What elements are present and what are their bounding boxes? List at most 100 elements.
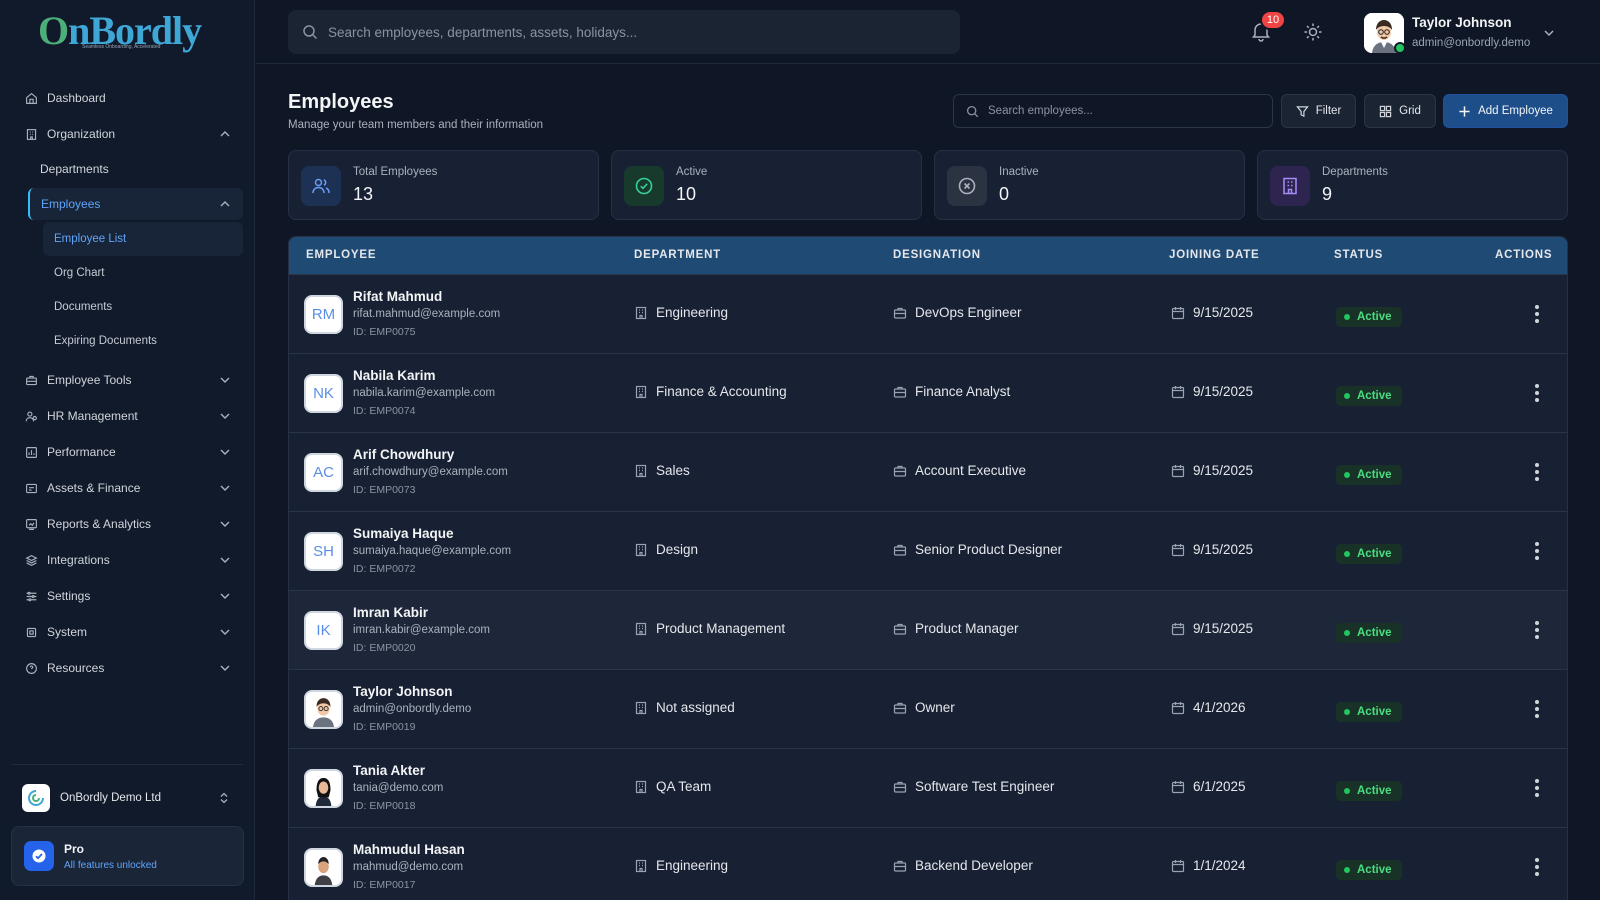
status-badge: Active: [1336, 465, 1402, 485]
sidebar-item-performance[interactable]: Performance: [12, 434, 243, 470]
employee-name[interactable]: Taylor Johnson: [353, 684, 453, 699]
calendar-icon: [1171, 385, 1185, 399]
table-row[interactable]: RM Rifat Mahmud rifat.mahmud@example.com…: [289, 274, 1567, 353]
building-icon: [634, 543, 648, 557]
status-text: Active: [1357, 627, 1392, 639]
employee-name[interactable]: Arif Chowdhury: [353, 447, 454, 462]
employee-designation: Owner: [893, 700, 955, 715]
sidebar-item-employees[interactable]: Employees: [28, 188, 243, 220]
table-row[interactable]: AC Arif Chowdhury arif.chowdhury@example…: [289, 432, 1567, 511]
column-header-joining-date[interactable]: JOINING DATE: [1169, 249, 1260, 261]
status-badge: Active: [1336, 702, 1402, 722]
employee-designation: Product Manager: [893, 621, 1019, 636]
status-text: Active: [1357, 785, 1392, 797]
sidebar-item-departments[interactable]: Departments: [12, 152, 243, 186]
status-badge: Active: [1336, 386, 1402, 406]
briefcase-icon: [893, 622, 907, 636]
designation-text: Owner: [915, 700, 955, 715]
employee-email: admin@onbordly.demo: [353, 703, 472, 715]
sidebar: OnBordly Seamless Onboarding, Accelerate…: [0, 0, 255, 900]
stat-card-inactive: Inactive 0: [934, 150, 1245, 220]
sidebar-item-resources[interactable]: Resources: [12, 650, 243, 686]
employee-name[interactable]: Mahmudul Hasan: [353, 842, 465, 857]
stat-value: 0: [999, 184, 1010, 204]
status-text: Active: [1357, 311, 1392, 323]
employee-name[interactable]: Rifat Mahmud: [353, 289, 442, 304]
chevron-down-icon: [220, 485, 230, 491]
brand-logo[interactable]: OnBordly Seamless Onboarding, Accelerate…: [38, 8, 208, 54]
employee-name[interactable]: Imran Kabir: [353, 605, 428, 620]
table-row[interactable]: Mahmudul Hasan mahmud@demo.com ID: EMP00…: [289, 827, 1567, 900]
employee-name[interactable]: Sumaiya Haque: [353, 526, 454, 541]
more-actions-icon[interactable]: [1529, 619, 1545, 641]
column-header-department[interactable]: DEPARTMENT: [634, 249, 721, 261]
department-text: Not assigned: [656, 700, 735, 715]
employee-id: ID: EMP0017: [353, 879, 416, 891]
employee-email: tania@demo.com: [353, 782, 444, 794]
sidebar-item-label: Integrations: [47, 553, 110, 567]
employee-search[interactable]: [953, 94, 1273, 128]
department-text: Finance & Accounting: [656, 384, 787, 399]
table-row[interactable]: IK Imran Kabir imran.kabir@example.com I…: [289, 590, 1567, 669]
designation-text: Backend Developer: [915, 858, 1033, 873]
more-actions-icon[interactable]: [1529, 540, 1545, 562]
more-actions-icon[interactable]: [1529, 303, 1545, 325]
add-employee-button[interactable]: Add Employee: [1443, 94, 1568, 128]
sidebar-item-label: Departments: [40, 162, 109, 176]
sidebar-item-organization[interactable]: Organization: [12, 116, 243, 152]
filter-button[interactable]: Filter: [1281, 94, 1356, 128]
sidebar-item-employee-tools[interactable]: Employee Tools: [12, 362, 243, 398]
online-status-dot: [1394, 42, 1406, 54]
column-header-employee[interactable]: EMPLOYEE: [306, 249, 376, 261]
column-header-status[interactable]: STATUS: [1334, 249, 1383, 261]
user-name: Taylor Johnson: [1412, 15, 1512, 30]
plan-subtitle: All features unlocked: [64, 859, 157, 871]
table-row[interactable]: Taylor Johnson admin@onbordly.demo ID: E…: [289, 669, 1567, 748]
more-actions-icon[interactable]: [1529, 777, 1545, 799]
sidebar-item-assets-finance[interactable]: Assets & Finance: [12, 470, 243, 506]
employee-id: ID: EMP0020: [353, 642, 416, 654]
sidebar-item-documents[interactable]: Documents: [43, 290, 243, 324]
calendar-icon: [1171, 622, 1185, 636]
table-row[interactable]: NK Nabila Karim nabila.karim@example.com…: [289, 353, 1567, 432]
grid-icon: [1379, 105, 1392, 118]
sidebar-item-expiring-documents[interactable]: Expiring Documents: [43, 324, 243, 358]
sidebar-item-org-chart[interactable]: Org Chart: [43, 256, 243, 290]
employee-name[interactable]: Nabila Karim: [353, 368, 436, 383]
employee-initials: SH: [313, 543, 334, 560]
employee-search-input[interactable]: [988, 105, 1258, 117]
global-search-input[interactable]: [328, 24, 948, 40]
employee-name[interactable]: Tania Akter: [353, 763, 425, 778]
sidebar-item-dashboard[interactable]: Dashboard: [12, 80, 243, 116]
table-row[interactable]: SH Sumaiya Haque sumaiya.haque@example.c…: [289, 511, 1567, 590]
status-dot: [1344, 867, 1350, 873]
table-row[interactable]: Tania Akter tania@demo.com ID: EMP0018 Q…: [289, 748, 1567, 827]
toolbox-icon: [24, 373, 38, 387]
more-actions-icon[interactable]: [1529, 382, 1545, 404]
global-search[interactable]: [288, 10, 960, 54]
employee-designation: Software Test Engineer: [893, 779, 1054, 794]
sidebar-item-reports-analytics[interactable]: Reports & Analytics: [12, 506, 243, 542]
stat-card-departments: Departments 9: [1257, 150, 1568, 220]
sidebar-item-system[interactable]: System: [12, 614, 243, 650]
sidebar-item-label: HR Management: [47, 409, 138, 423]
grid-view-button[interactable]: Grid: [1364, 94, 1436, 128]
sidebar-item-settings[interactable]: Settings: [12, 578, 243, 614]
organization-switcher[interactable]: OnBordly Demo Ltd: [12, 777, 243, 819]
sidebar-item-employee-list[interactable]: Employee List: [43, 222, 243, 256]
more-actions-icon[interactable]: [1529, 698, 1545, 720]
employee-initials: NK: [313, 385, 334, 402]
status-text: Active: [1357, 548, 1392, 560]
sun-icon[interactable]: [1303, 22, 1323, 42]
employee-department: Sales: [634, 463, 690, 478]
more-actions-icon[interactable]: [1529, 856, 1545, 878]
building-icon: [634, 859, 648, 873]
users-icon: [301, 166, 341, 206]
more-actions-icon[interactable]: [1529, 461, 1545, 483]
sidebar-item-integrations[interactable]: Integrations: [12, 542, 243, 578]
department-text: Design: [656, 542, 699, 557]
column-header-designation[interactable]: DESIGNATION: [893, 249, 981, 261]
briefcase-icon: [893, 385, 907, 399]
sidebar-item-hr-management[interactable]: HR Management: [12, 398, 243, 434]
user-menu[interactable]: Taylor Johnson admin@onbordly.demo: [1364, 10, 1584, 54]
